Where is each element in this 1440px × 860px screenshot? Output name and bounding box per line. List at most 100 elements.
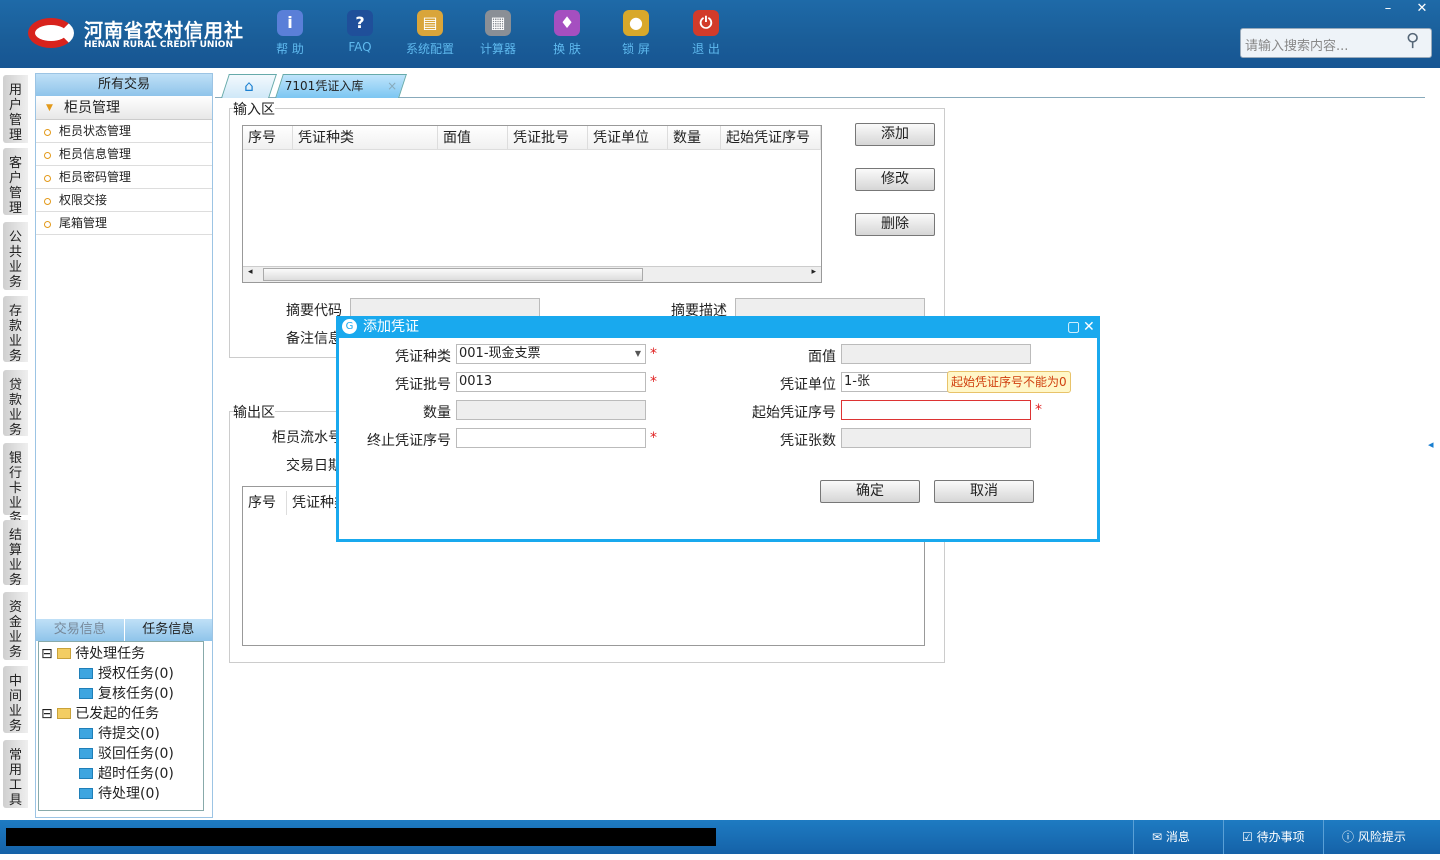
collapse-right-icon[interactable]: ◂ <box>1428 425 1440 465</box>
vtab-5[interactable]: 银行卡业务 <box>3 443 28 526</box>
toolbar-shirt-button[interactable]: ♦ 换 肤 <box>537 10 597 57</box>
add-voucher-dialog: G 添加凭证 ▢ ✕ 凭证种类 001-现金支票 ▼ * 凭证批号 0013 * … <box>336 316 1100 542</box>
vtab-6[interactable]: 结算业务 <box>3 520 28 588</box>
tree-item[interactable]: 待提交(0) <box>79 724 160 744</box>
vtab-8[interactable]: 中间业务 <box>3 666 28 734</box>
todo-button[interactable]: ☑ 待办事项 <box>1223 820 1323 854</box>
vtab-9[interactable]: 常用工具 <box>3 740 28 808</box>
question-icon: ? <box>347 10 373 36</box>
start-seq-input[interactable] <box>841 400 1031 420</box>
scroll-left-icon[interactable]: ◂ <box>248 267 253 277</box>
summary-code-label: 摘要代码 <box>286 303 342 319</box>
menu-item[interactable]: 柜员信息管理 <box>36 143 212 166</box>
vtab-1[interactable]: 客户管理 <box>3 148 28 216</box>
cancel-button[interactable]: 取消 <box>934 480 1034 503</box>
scrollbar-thumb[interactable] <box>263 268 643 281</box>
vtab-0[interactable]: 用户管理 <box>3 75 28 143</box>
tab-home[interactable]: ⌂ <box>221 74 277 98</box>
column-header[interactable]: 凭证单位 <box>588 126 668 149</box>
tab-bar: ⌂ 7101凭证入库 × <box>215 72 1425 98</box>
logo-icon <box>28 18 74 48</box>
task-tree: ⊟ 待处理任务 授权任务(0) 复核任务(0) ⊟ 已发起的任务待提交(0) 驳回任务(… <box>38 641 204 811</box>
maximize-icon[interactable]: ▢ <box>1067 316 1080 338</box>
column-header[interactable]: 序号 <box>243 491 287 515</box>
add-button[interactable]: 添加 <box>855 123 935 146</box>
dropdown-arrow-icon[interactable]: ▼ <box>635 345 641 363</box>
delete-button[interactable]: 删除 <box>855 213 935 236</box>
column-header[interactable]: 凭证批号 <box>508 126 588 149</box>
close-dialog-icon[interactable]: ✕ <box>1083 316 1095 338</box>
voucher-type-select[interactable]: 001-现金支票 ▼ <box>456 344 646 364</box>
validation-tooltip: 起始凭证序号不能为0 <box>947 371 1071 393</box>
caret-down-icon: ▼ <box>46 103 53 113</box>
vtab-7[interactable]: 资金业务 <box>3 592 28 660</box>
tree-item-label: 驳回任务(0) <box>98 746 174 762</box>
toolbar-question-button[interactable]: ? FAQ <box>330 10 390 54</box>
close-tab-icon[interactable]: × <box>387 79 397 93</box>
vtab-4[interactable]: 贷款业务 <box>3 370 28 438</box>
tree-item[interactable]: 授权任务(0) <box>79 664 174 684</box>
toolbar-label: FAQ <box>348 40 372 54</box>
search-input[interactable]: 请输入搜索内容... <box>1240 28 1432 58</box>
close-window-button[interactable]: ✕ <box>1407 0 1437 18</box>
mail-icon: ✉ <box>1152 830 1166 844</box>
toolbar-calculator-button[interactable]: ▦ 计算器 <box>468 10 528 57</box>
tab-trade-info[interactable]: 交易信息 <box>36 619 124 641</box>
tree-item-label: 待提交(0) <box>98 726 160 742</box>
lock-icon: ● <box>623 10 649 36</box>
menu-item[interactable]: 柜员状态管理 <box>36 120 212 143</box>
home-icon: ⌂ <box>244 77 254 95</box>
scroll-right-icon[interactable]: ▸ <box>811 267 816 277</box>
batch-input[interactable]: 0013 <box>456 372 646 392</box>
tree-item[interactable]: 复核任务(0) <box>79 684 174 704</box>
column-header[interactable]: 数量 <box>668 126 721 149</box>
required-mark: * <box>650 346 657 362</box>
confirm-button[interactable]: 确定 <box>820 480 920 503</box>
tree-item[interactable]: 超时任务(0) <box>79 764 174 784</box>
toolbar-info-button[interactable]: i 帮 助 <box>260 10 320 57</box>
checkbox-icon: ☑ <box>1242 830 1257 844</box>
toolbar-power-button[interactable]: ⏻ 退 出 <box>676 10 736 57</box>
remark-label: 备注信息 <box>286 331 342 347</box>
summary-code-input[interactable] <box>350 298 540 318</box>
quantity-input[interactable] <box>456 400 646 420</box>
vtab-2[interactable]: 公共业务 <box>3 222 28 290</box>
face-value-input[interactable] <box>841 344 1031 364</box>
folder-icon <box>57 648 72 659</box>
messages-button[interactable]: ✉ 消息 <box>1133 820 1223 854</box>
collapse-icon[interactable]: ⊟ <box>41 706 57 722</box>
column-header[interactable]: 起始凭证序号 <box>721 126 821 149</box>
tab-task-info[interactable]: 任务信息 <box>123 619 213 641</box>
teller-serial-label: 柜员流水号 <box>272 430 342 446</box>
risk-alert-button[interactable]: ⓘ 风险提示 <box>1323 820 1440 854</box>
horizontal-scrollbar[interactable]: ◂ ▸ <box>243 266 821 282</box>
edit-button[interactable]: 修改 <box>855 168 935 191</box>
menu-item[interactable]: 尾箱管理 <box>36 212 212 235</box>
toolbar-lock-button[interactable]: ● 锁 屏 <box>606 10 666 57</box>
menu-item[interactable]: 柜员密码管理 <box>36 166 212 189</box>
group-teller-management[interactable]: ▼ 柜员管理 <box>36 96 212 120</box>
column-header[interactable]: 面值 <box>438 126 508 149</box>
tree-folder[interactable]: ⊟ 已发起的任务 <box>41 704 159 724</box>
tree-item[interactable]: 驳回任务(0) <box>79 744 174 764</box>
column-header[interactable]: 凭证种类 <box>293 126 438 149</box>
tree-item[interactable]: 待处理(0) <box>79 784 160 804</box>
search-icon[interactable]: ⚲ <box>1406 30 1419 51</box>
summary-desc-input[interactable] <box>735 298 925 318</box>
count-label: 凭证张数 <box>780 433 836 449</box>
voucher-type-label: 凭证种类 <box>395 349 451 365</box>
tree-folder[interactable]: ⊟ 待处理任务 <box>41 644 145 664</box>
face-value-label: 面值 <box>808 349 836 365</box>
collapse-icon[interactable]: ⊟ <box>41 646 57 662</box>
end-seq-input[interactable] <box>456 428 646 448</box>
status-bar: ✉ 消息 ☑ 待办事项 ⓘ 风险提示 <box>0 820 1440 854</box>
column-header[interactable]: 序号 <box>243 126 293 149</box>
tree-item-label: 待处理(0) <box>98 786 160 802</box>
minimize-button[interactable]: – <box>1373 0 1403 18</box>
input-grid: 序号 凭证种类 面值 凭证批号 凭证单位 数量 起始凭证序号 ◂ ▸ <box>242 125 822 283</box>
count-input[interactable] <box>841 428 1031 448</box>
tab-voucher-storage[interactable]: 7101凭证入库 × <box>275 74 407 98</box>
menu-item[interactable]: 权限交接 <box>36 189 212 212</box>
vtab-3[interactable]: 存款业务 <box>3 296 28 364</box>
toolbar-toolbox-button[interactable]: ▤ 系统配置 <box>400 10 460 57</box>
